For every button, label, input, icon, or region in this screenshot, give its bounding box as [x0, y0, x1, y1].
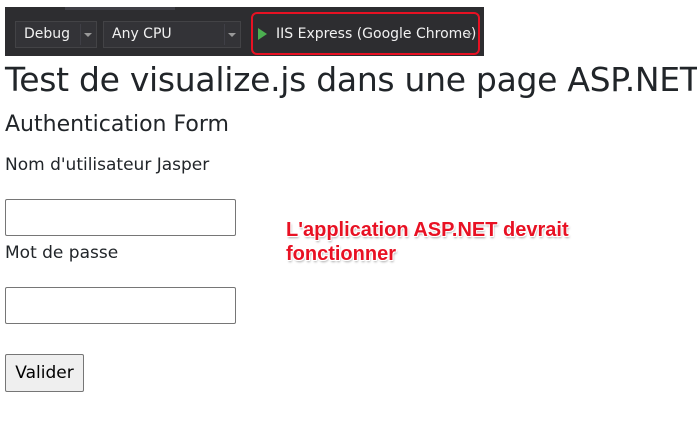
annotation-text: L'application ASP.NET devrait fonctionne…	[286, 219, 569, 265]
visual-studio-toolbar: Debug Any CPU IIS Express (Google Chrome…	[5, 7, 484, 56]
chevron-down-icon[interactable]	[466, 33, 472, 37]
run-target-label: IIS Express (Google Chrome)	[276, 26, 477, 42]
solution-configuration-dropdown[interactable]: Debug	[15, 21, 97, 48]
solution-platform-value: Any CPU	[112, 26, 172, 42]
password-label: Mot de passe	[5, 243, 119, 263]
run-button-highlight: IIS Express (Google Chrome)	[251, 12, 480, 55]
username-label: Nom d'utilisateur Jasper	[5, 155, 210, 175]
start-debugging-button[interactable]: IIS Express (Google Chrome)	[258, 22, 476, 47]
submit-button[interactable]: Valider	[5, 354, 84, 392]
form-title: Authentication Form	[5, 112, 229, 137]
page-title: Test de visualize.js dans une page ASP.N…	[5, 60, 697, 99]
dropdown-separator	[224, 24, 225, 45]
chevron-down-icon	[84, 33, 92, 37]
solution-platform-dropdown[interactable]: Any CPU	[103, 21, 241, 48]
password-input[interactable]	[5, 287, 236, 324]
chevron-down-icon	[228, 33, 236, 37]
play-icon	[258, 28, 267, 40]
dropdown-separator	[80, 24, 81, 45]
solution-configuration-value: Debug	[24, 26, 71, 42]
username-input[interactable]	[5, 199, 236, 236]
toolbar-top-strip	[65, 7, 175, 10]
